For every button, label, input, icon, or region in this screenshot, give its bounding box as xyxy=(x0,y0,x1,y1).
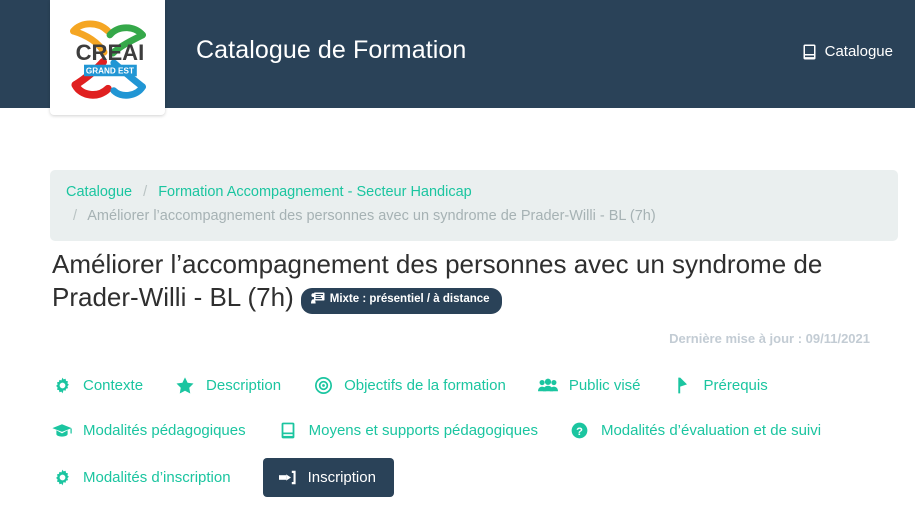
anchor-link-modalites-inscription[interactable]: Modalités d’inscription xyxy=(52,469,231,487)
anchor-label: Prérequis xyxy=(703,377,768,394)
site-header: CREAI GRAND EST Catalogue de Formation C… xyxy=(0,0,915,115)
last-update: Dernière mise à jour : 09/11/2021 xyxy=(669,331,870,346)
anchor-link-objectifs[interactable]: Objectifs de la formation xyxy=(313,377,506,395)
anchor-label: Description xyxy=(206,377,282,394)
inscription-button[interactable]: Inscription xyxy=(262,458,394,497)
anchor-row-1: Contexte Description Objectifs de la for… xyxy=(52,368,902,403)
gear-icon xyxy=(52,469,72,487)
anchor-row-2: Modalités pédagogiques Moyens et support… xyxy=(52,413,902,448)
anchor-links: Contexte Description Objectifs de la for… xyxy=(52,368,902,507)
anchor-label: Modalités pédagogiques xyxy=(83,422,246,439)
gear-icon xyxy=(52,377,72,395)
anchor-link-moyens-supports[interactable]: Moyens et supports pédagogiques xyxy=(278,422,538,440)
status-badge: Mixte : présentiel / à distance xyxy=(300,288,502,315)
anchor-link-contexte[interactable]: Contexte xyxy=(52,377,143,395)
site-logo[interactable]: CREAI GRAND EST xyxy=(50,0,165,115)
book-icon xyxy=(802,43,817,60)
nav-catalogue-label: Catalogue xyxy=(824,43,893,60)
graduation-cap-icon xyxy=(52,422,72,440)
anchor-label: Moyens et supports pédagogiques xyxy=(308,422,538,439)
breadcrumb-item-formation-accompagnement[interactable]: Formation Accompagnement - Secteur Handi… xyxy=(158,184,472,200)
question-circle-icon: ? xyxy=(570,422,590,440)
bullseye-icon xyxy=(313,377,333,395)
status-badge-label: Mixte : présentiel / à distance xyxy=(329,293,490,306)
breadcrumb-separator: / xyxy=(143,184,148,200)
anchor-label: Public visé xyxy=(568,377,641,394)
creai-grand-est-logo-icon: CREAI GRAND EST xyxy=(69,20,146,99)
page-title: Améliorer l’accompagnement des personnes… xyxy=(52,248,852,315)
inscription-button-label: Inscription xyxy=(307,469,376,486)
svg-text:GRAND EST: GRAND EST xyxy=(85,66,133,75)
anchor-label: Modalités d’inscription xyxy=(83,469,231,486)
anchor-link-description[interactable]: Description xyxy=(175,377,281,395)
anchor-label: Modalités d’évaluation et de suivi xyxy=(600,422,822,439)
chalkboard-teacher-icon xyxy=(310,292,325,309)
breadcrumb: Catalogue / Formation Accompagnement - S… xyxy=(50,170,898,241)
breadcrumb-separator-2: / xyxy=(73,207,78,224)
anchor-link-public-vise[interactable]: Public visé xyxy=(537,377,641,395)
users-icon xyxy=(537,377,558,395)
anchor-link-modalites-pedagogiques[interactable]: Modalités pédagogiques xyxy=(52,422,246,440)
breadcrumb-item-current: Améliorer l’accompagnement des personnes… xyxy=(87,207,656,224)
anchor-row-3: Modalités d’inscription Inscription xyxy=(52,458,902,497)
anchor-link-prerequis[interactable]: Prérequis xyxy=(673,377,768,395)
nav-catalogue[interactable]: Catalogue xyxy=(802,43,893,60)
header-title: Catalogue de Formation xyxy=(196,36,467,64)
book-icon xyxy=(278,422,298,440)
anchor-label: Contexte xyxy=(83,377,144,394)
flag-icon xyxy=(673,377,693,395)
star-icon xyxy=(175,377,195,395)
breadcrumb-item-catalogue[interactable]: Catalogue xyxy=(66,184,132,200)
sign-in-icon xyxy=(279,470,297,486)
svg-text:?: ? xyxy=(577,426,584,438)
anchor-label: Objectifs de la formation xyxy=(344,377,506,394)
anchor-link-modalites-evaluation[interactable]: ? Modalités d’évaluation et de suivi xyxy=(570,422,821,440)
svg-text:CREAI: CREAI xyxy=(75,39,144,64)
